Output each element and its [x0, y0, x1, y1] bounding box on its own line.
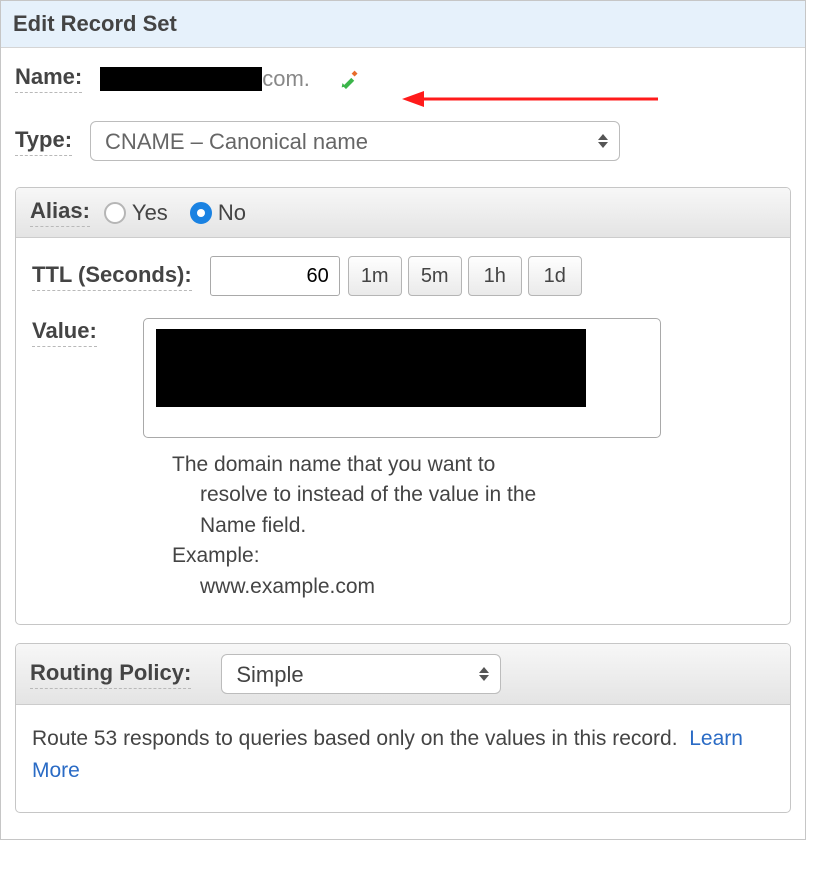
value-help-line-2: resolve to instead of the value in the [172, 480, 774, 510]
alias-radio-no[interactable]: No [190, 200, 246, 226]
alias-label: Alias: [30, 198, 90, 227]
alias-yes-label: Yes [132, 200, 168, 226]
name-value-redacted[interactable] [100, 67, 262, 91]
value-example-label: Example: [172, 544, 260, 567]
value-redacted [156, 329, 586, 407]
edit-name-icon[interactable] [340, 69, 360, 89]
value-help-line-1: The domain name that you want to [172, 453, 495, 476]
type-select[interactable]: CNAME – Canonical name [90, 121, 620, 161]
routing-policy-label: Routing Policy: [30, 660, 191, 689]
alias-radio-yes[interactable]: Yes [104, 200, 168, 226]
ttl-preset-1d[interactable]: 1d [528, 256, 582, 296]
alias-body: TTL (Seconds): 1m 5m 1h 1d Value: The do… [16, 238, 790, 624]
routing-policy-section: Routing Policy: Simple Route 53 responds… [15, 643, 791, 813]
value-help-text: The domain name that you want to resolve… [172, 450, 774, 602]
type-label: Type: [15, 127, 72, 156]
ttl-input[interactable] [210, 256, 340, 296]
alias-header: Alias: Yes No [16, 188, 790, 238]
ttl-preset-1m[interactable]: 1m [348, 256, 402, 296]
routing-policy-select[interactable]: Simple [221, 654, 501, 694]
ttl-label: TTL (Seconds): [32, 262, 192, 291]
value-example-value: www.example.com [172, 572, 774, 602]
type-row: Type: CNAME – Canonical name [15, 121, 791, 161]
value-row: Value: [32, 318, 774, 438]
routing-policy-help-text: Route 53 responds to queries based only … [32, 727, 678, 750]
panel-title: Edit Record Set [1, 0, 805, 48]
form-body: Name: com. Type: CNAME – Canonic [1, 48, 805, 839]
alias-no-label: No [218, 200, 246, 226]
routing-policy-help: Route 53 responds to queries based only … [16, 705, 790, 812]
value-textarea[interactable] [143, 318, 661, 438]
ttl-preset-5m[interactable]: 5m [408, 256, 462, 296]
value-label: Value: [32, 318, 97, 347]
alias-radio-group: Yes No [104, 200, 260, 226]
name-label: Name: [15, 64, 82, 93]
value-help-line-3: Name field. [172, 511, 774, 541]
ttl-preset-1h[interactable]: 1h [468, 256, 522, 296]
ttl-row: TTL (Seconds): 1m 5m 1h 1d [32, 256, 774, 296]
name-zone-suffix: com. [262, 66, 310, 92]
routing-policy-header: Routing Policy: Simple [16, 644, 790, 705]
edit-record-set-panel: Edit Record Set Name: com. Type: [0, 0, 806, 840]
alias-section: Alias: Yes No TTL (Seconds): 1m [15, 187, 791, 625]
